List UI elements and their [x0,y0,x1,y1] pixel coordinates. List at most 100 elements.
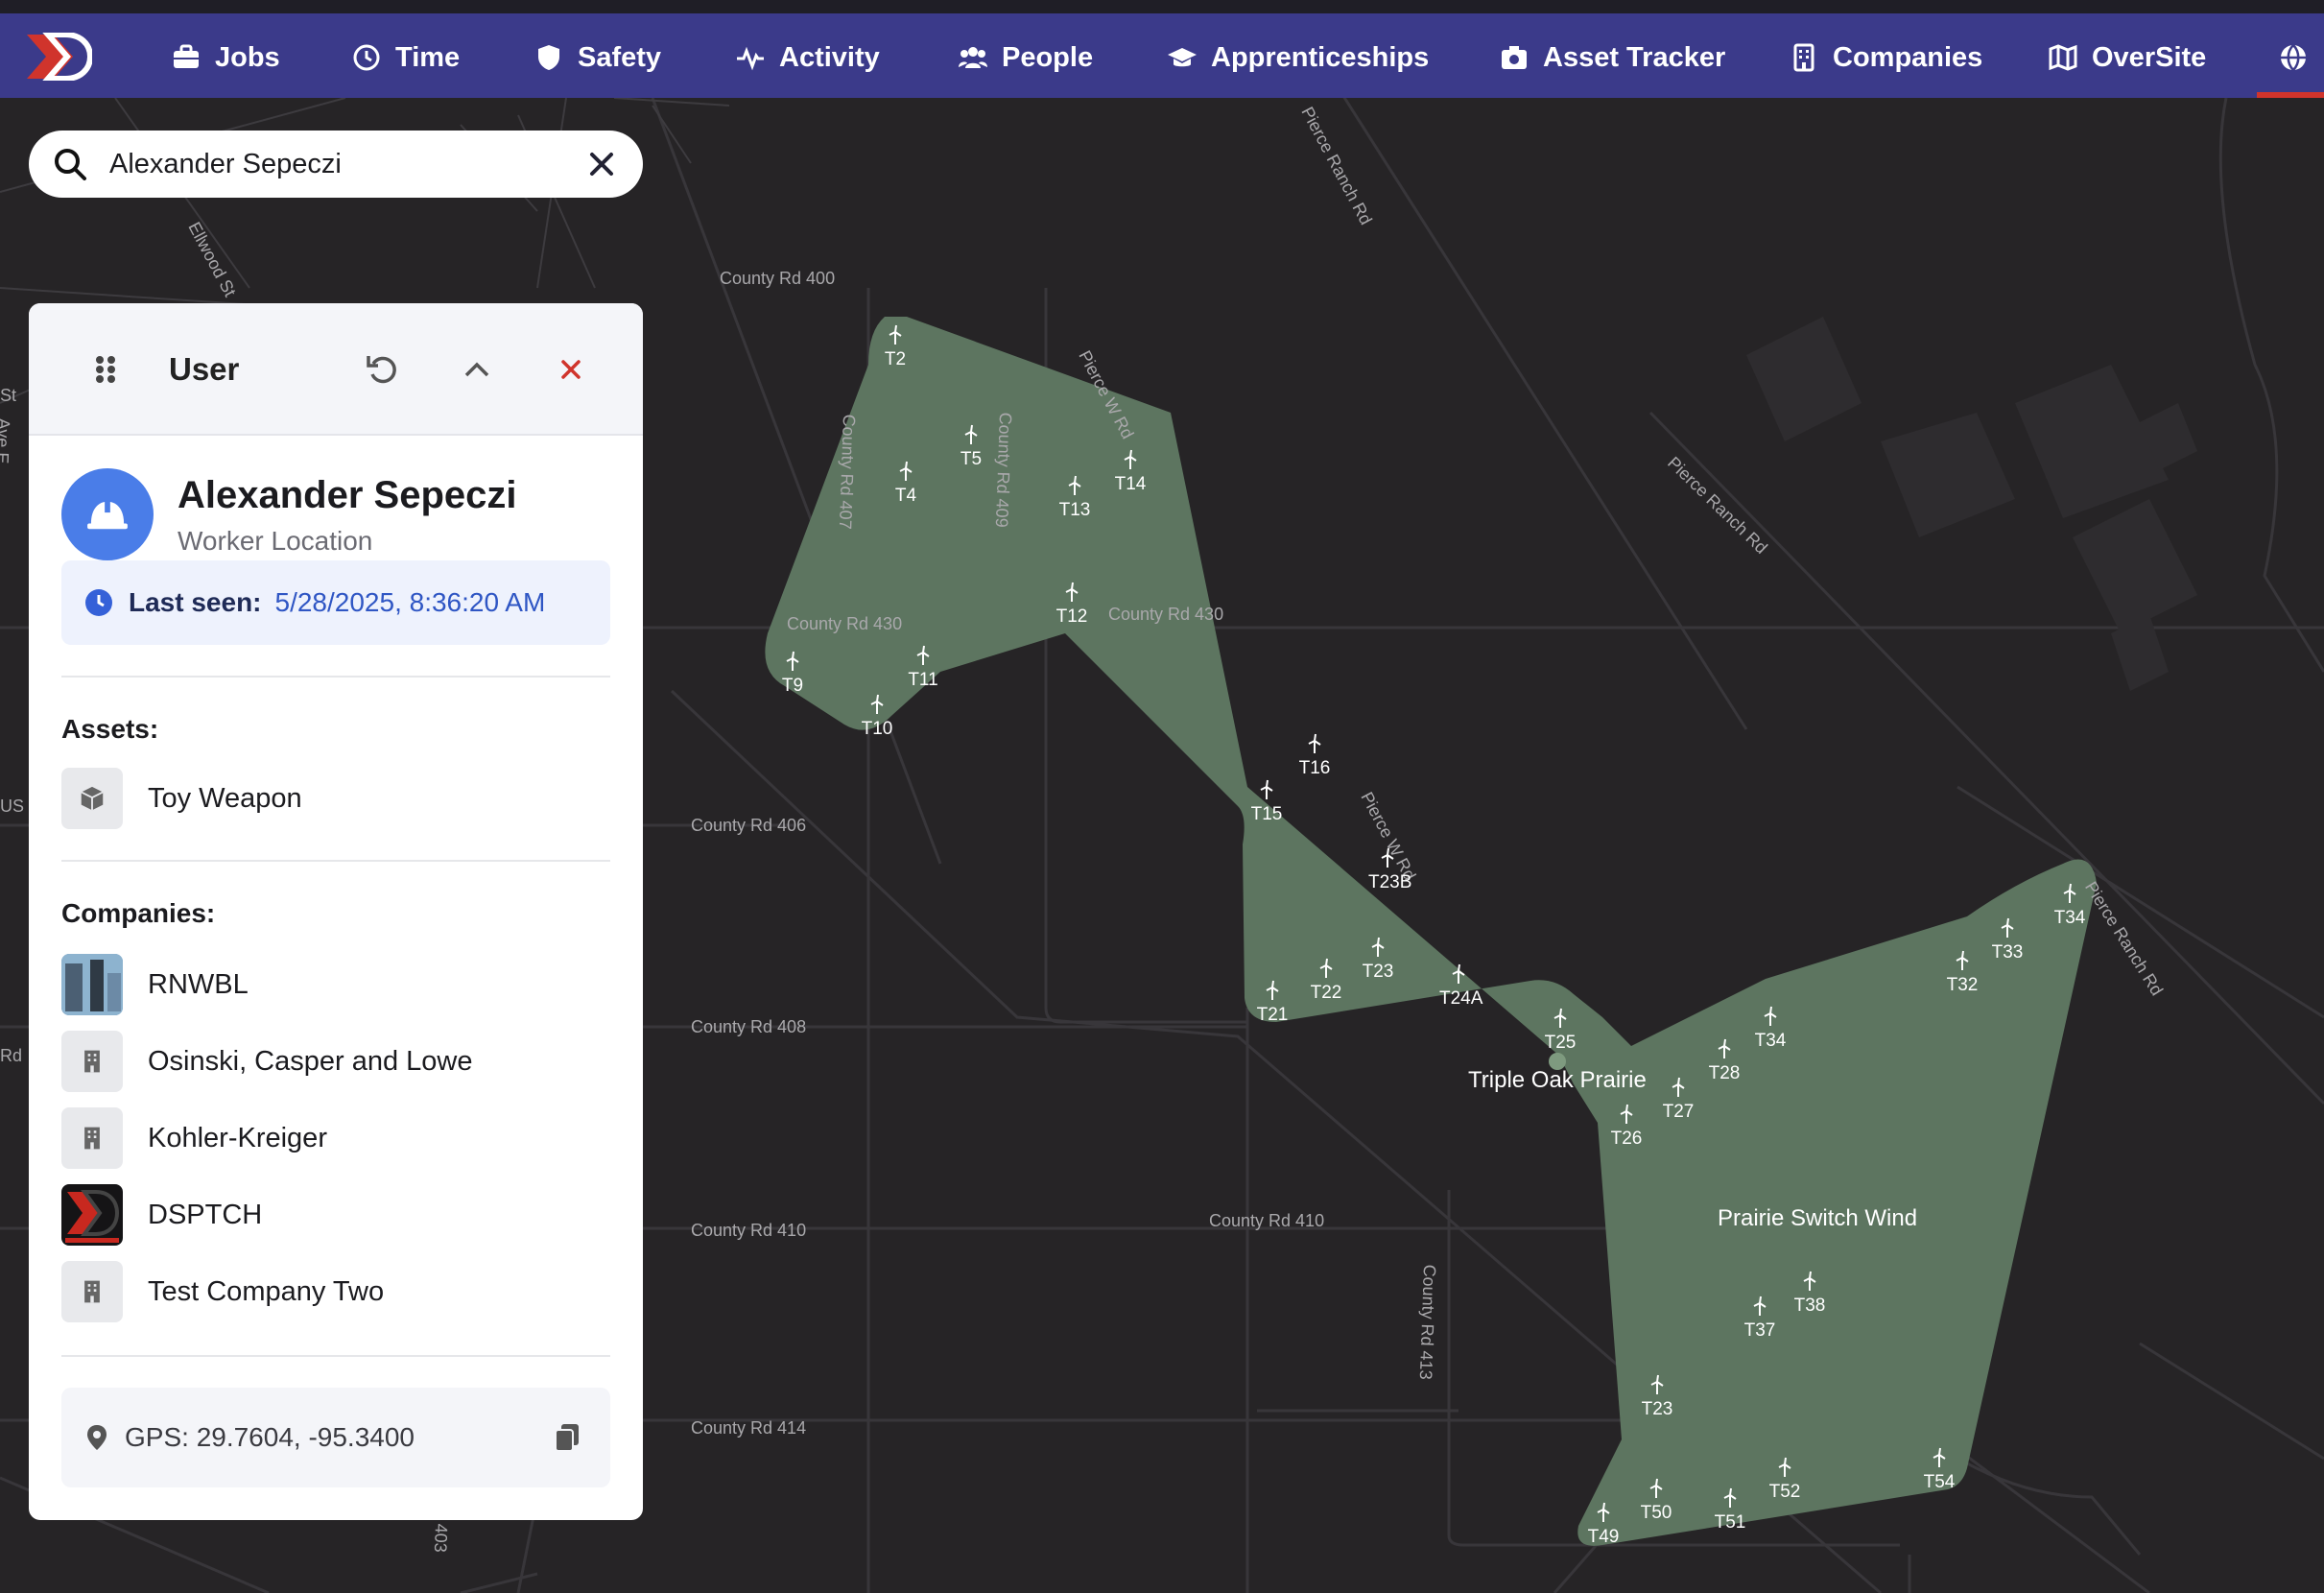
turbine-marker[interactable]: T10 [858,694,896,739]
company-photo [61,954,123,1015]
collapse-chevron-up-icon[interactable] [459,351,495,388]
site-polygon-1[interactable] [765,317,2097,1546]
wind-turbine-icon [1065,582,1079,602]
turbine-marker[interactable]: T12 [1053,582,1091,627]
wind-turbine-icon [1753,1296,1767,1316]
copy-icon[interactable] [553,1422,581,1453]
nav-apprenticeships[interactable]: Apprenticeships [1167,38,1429,77]
turbine-marker[interactable]: T9 [773,651,812,696]
wind-turbine-icon [786,651,799,671]
turbine-marker[interactable]: T27 [1659,1077,1697,1122]
company-name: Kohler-Kreiger [148,1122,327,1153]
nav-asset-tracker[interactable]: Asset Tracker [1499,38,1725,77]
turbine-marker[interactable]: T21 [1253,980,1292,1025]
nav-safety-label: Safety [578,41,662,73]
turbine-marker[interactable]: T38 [1790,1271,1829,1316]
wind-turbine-icon [916,645,930,665]
asset-item[interactable]: Toy Weapon [61,768,302,829]
nav-companies[interactable]: Companies [1789,38,1982,77]
turbine-marker[interactable]: T50 [1637,1478,1675,1523]
company-item[interactable]: Test Company Two [61,1261,384,1322]
user-subtitle: Worker Location [178,526,373,556]
turbine-label: T50 [1640,1503,1672,1523]
company-name: RNWBL [148,968,249,1000]
drag-handle-icon[interactable] [92,355,119,384]
nav-jobs[interactable]: Jobs [171,38,280,77]
site-marker[interactable] [1549,1053,1566,1070]
last-seen-box: Last seen: 5/28/2025, 8:36:20 AM [61,560,610,645]
turbine-marker[interactable]: T4 [887,461,925,506]
turbine-label: T4 [894,486,917,506]
wind-turbine-icon [1956,950,1969,970]
nav-oversite-label: OverSite [2092,41,2207,73]
turbine-label: T38 [1793,1296,1826,1316]
user-panel: User Alexander Sepeczi Worker Location L… [29,303,643,1520]
wind-turbine-icon [1381,847,1394,868]
turbine-label: T5 [960,449,983,469]
nav-activity-label: Activity [779,41,880,73]
building-icon [61,1107,123,1169]
app-logo[interactable] [25,32,94,82]
turbine-marker[interactable]: T22 [1307,958,1345,1003]
nav-globe[interactable] [2278,38,2322,77]
wind-turbine-icon [1620,1104,1633,1124]
assets-heading: Assets: [61,714,159,744]
turbine-marker[interactable]: T24A [1439,963,1482,1009]
cube-icon [61,768,123,829]
nav-oversite[interactable]: OverSite [2048,38,2206,77]
company-item[interactable]: RNWBL [61,954,249,1015]
turbine-marker[interactable]: T37 [1741,1296,1779,1341]
last-seen-label: Last seen: [129,587,262,617]
turbine-label: T25 [1544,1033,1577,1053]
company-item[interactable]: Osinski, Casper and Lowe [61,1031,473,1092]
turbine-marker[interactable]: T34 [1751,1006,1790,1051]
turbine-marker[interactable]: T34 [2051,883,2089,928]
clear-search-icon[interactable] [587,150,616,178]
turbine-marker[interactable]: T32 [1943,950,1981,995]
turbine-marker[interactable]: T49 [1584,1502,1623,1547]
turbine-marker[interactable]: T23 [1638,1374,1676,1419]
turbine-marker[interactable]: T33 [1988,917,2027,963]
close-icon[interactable] [553,351,589,388]
nav-activity[interactable]: Activity [735,38,880,77]
divider [61,860,610,862]
turbine-marker[interactable]: T51 [1711,1487,1749,1533]
nav-safety[interactable]: Safety [534,38,661,77]
turbine-label: T27 [1662,1102,1695,1122]
turbine-marker[interactable]: T23B [1368,847,1411,892]
turbine-label: T22 [1310,983,1342,1003]
turbine-marker[interactable]: T15 [1247,779,1286,824]
turbine-marker[interactable]: T54 [1920,1447,1958,1492]
company-item[interactable]: Kohler-Kreiger [61,1107,327,1169]
turbine-marker[interactable]: T52 [1766,1457,1804,1502]
refresh-icon[interactable] [365,351,401,388]
nav-apprenticeships-label: Apprenticeships [1211,41,1430,73]
wind-turbine-icon [1308,733,1321,753]
turbine-marker[interactable]: T23 [1359,937,1397,982]
turbine-marker[interactable]: T13 [1055,475,1094,520]
building-icon [61,1261,123,1322]
turbine-marker[interactable]: T11 [904,645,942,690]
turbine-marker[interactable]: T25 [1541,1008,1579,1053]
turbine-label: T13 [1058,500,1091,520]
turbine-label: T14 [1114,474,1147,494]
turbine-marker[interactable]: T16 [1295,733,1334,778]
search-input[interactable] [109,148,560,180]
turbine-marker[interactable]: T28 [1705,1038,1743,1083]
wind-turbine-icon [2001,917,2014,938]
turbine-marker[interactable]: T5 [952,424,990,469]
wind-turbine-icon [1723,1487,1737,1508]
company-item[interactable]: DSPTCH [61,1184,262,1246]
search-bar[interactable] [29,131,643,198]
clock-icon [351,42,382,73]
turbine-marker[interactable]: T2 [876,324,914,369]
camera-box-icon [1499,42,1530,73]
wind-turbine-icon [1124,449,1137,469]
turbine-marker[interactable]: T26 [1607,1104,1646,1149]
nav-time[interactable]: Time [351,38,460,77]
building-icon [61,1031,123,1092]
turbine-marker[interactable]: T14 [1111,449,1150,494]
company-name: DSPTCH [148,1199,263,1230]
nav-people[interactable]: People [958,38,1093,77]
pulse-icon [735,42,766,73]
